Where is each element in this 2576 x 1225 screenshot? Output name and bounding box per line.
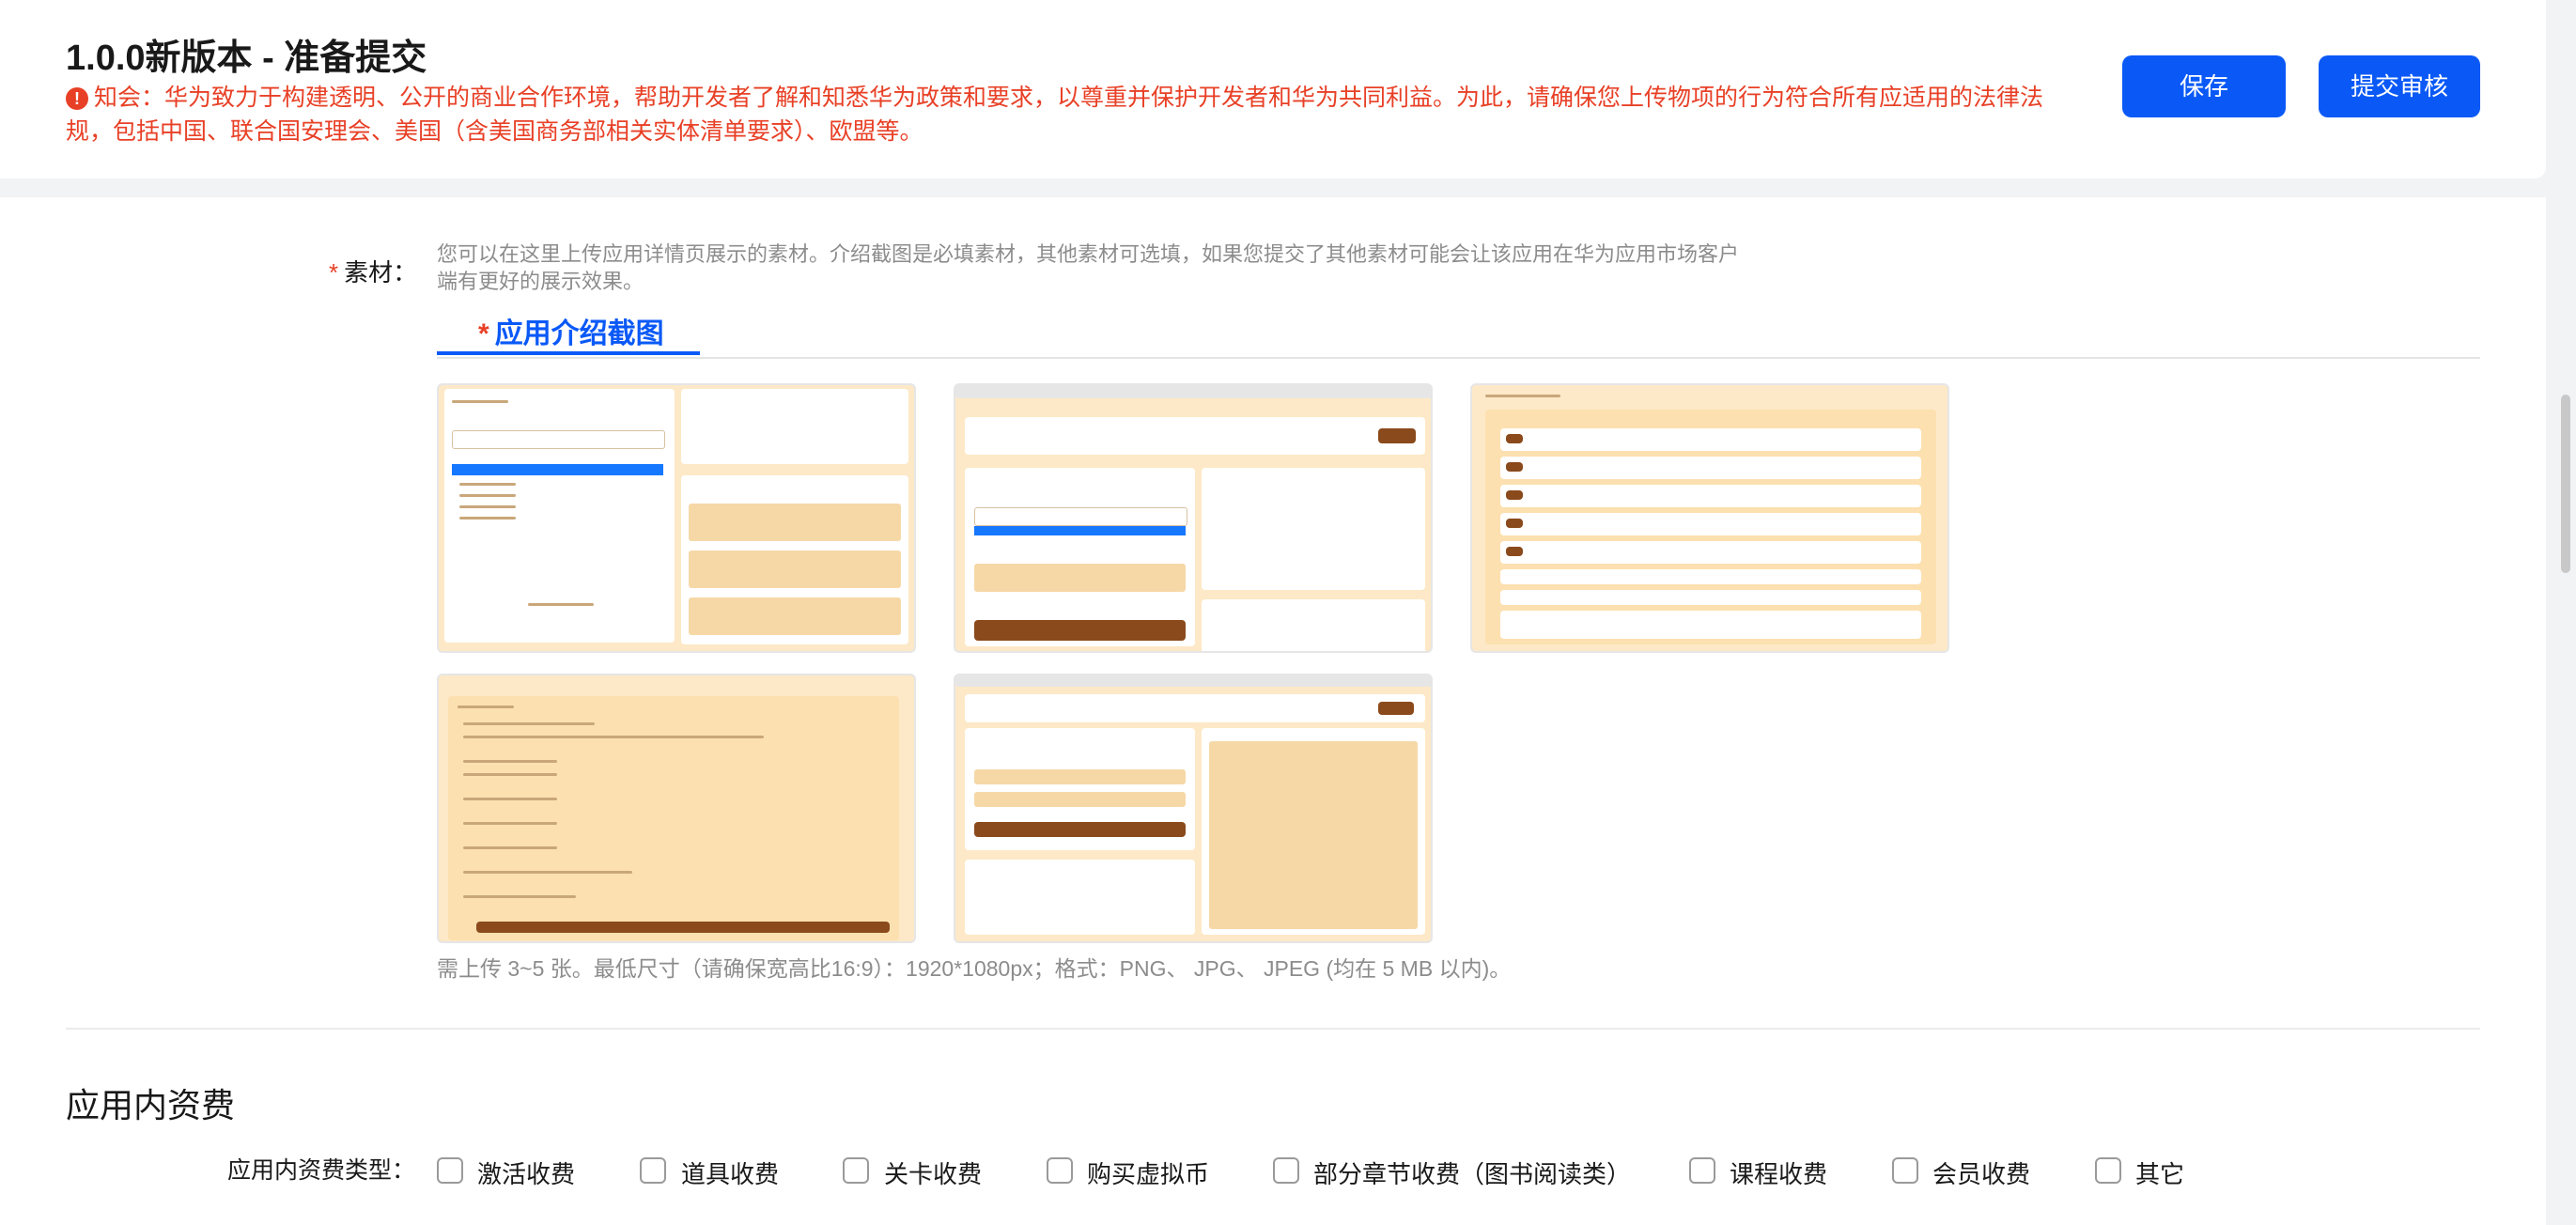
compliance-notice: ! 知会：华为致力于构建透明、公开的商业合作环境，帮助开发者了解和知悉华为政策和要… <box>66 81 2076 148</box>
in-app-fee-type-label: 应用内资费类型： <box>227 1157 416 1184</box>
page-scrollbar[interactable] <box>2561 395 2570 573</box>
section-title-in-app-fee: 应用内资费 <box>66 1086 236 1124</box>
tab-label: 应用介绍截图 <box>494 318 664 349</box>
notice-text: 知会：华为致力于构建透明、公开的商业合作环境，帮助开发者了解和知悉华为政策和要求… <box>66 85 2044 145</box>
screenshot-thumbnail[interactable] <box>1470 383 1949 653</box>
checkbox-virtual-currency[interactable] <box>1047 1157 1073 1184</box>
main-content: * 素材： 您可以在这里上传应用详情页展示的素材。介绍截图是必填素材，其他素材可选… <box>0 197 2546 1225</box>
checkbox-label[interactable]: 关卡收费 <box>884 1155 982 1190</box>
screenshot-thumbnail[interactable] <box>954 383 1433 653</box>
checkbox-activation-fee[interactable] <box>437 1157 463 1184</box>
checkbox-membership-fee[interactable] <box>1892 1157 1918 1184</box>
checkbox-course-fee[interactable] <box>1689 1157 1715 1184</box>
checkbox-label[interactable]: 课程收费 <box>1730 1155 1827 1190</box>
page-title: 1.0.0新版本 - 准备提交 <box>66 39 427 78</box>
screenshot-thumbnail[interactable] <box>954 674 1433 943</box>
checkbox-item-fee[interactable] <box>640 1157 666 1184</box>
checkbox-label[interactable]: 会员收费 <box>1932 1155 2030 1190</box>
checkbox-label[interactable]: 购买虚拟币 <box>1087 1155 1209 1190</box>
save-button[interactable]: 保存 <box>2122 55 2286 117</box>
warning-icon: ! <box>66 87 88 110</box>
section-divider <box>66 1028 2480 1030</box>
screenshot-thumbnail[interactable] <box>437 674 916 943</box>
checkbox-label[interactable]: 其它 <box>2135 1155 2184 1190</box>
required-mark: * <box>329 258 339 287</box>
checkbox-label[interactable]: 道具收费 <box>681 1155 779 1190</box>
material-label: * 素材： <box>329 258 418 287</box>
material-description: 您可以在这里上传应用详情页展示的素材。介绍截图是必填素材，其他素材可选填，如果您… <box>437 242 1740 293</box>
required-mark: * <box>478 318 489 349</box>
submit-review-button[interactable]: 提交审核 <box>2319 55 2480 117</box>
screenshot-thumbnail[interactable] <box>437 383 916 653</box>
checkbox-chapter-fee[interactable] <box>1273 1157 1299 1184</box>
screenshot-hint: 需上传 3~5 张。最低尺寸（请确保宽高比16:9）：1920*1080px；格… <box>437 956 1512 981</box>
checkbox-other[interactable] <box>2095 1157 2121 1184</box>
tab-app-screenshots[interactable]: * 应用介绍截图 <box>437 299 700 355</box>
checkbox-label[interactable]: 激活收费 <box>477 1155 575 1190</box>
page-header: 1.0.0新版本 - 准备提交 ! 知会：华为致力于构建透明、公开的商业合作环境，… <box>0 0 2546 178</box>
checkbox-level-fee[interactable] <box>843 1157 869 1184</box>
checkbox-label[interactable]: 部分章节收费（图书阅读类） <box>1313 1155 1631 1190</box>
tab-divider <box>437 357 2480 359</box>
